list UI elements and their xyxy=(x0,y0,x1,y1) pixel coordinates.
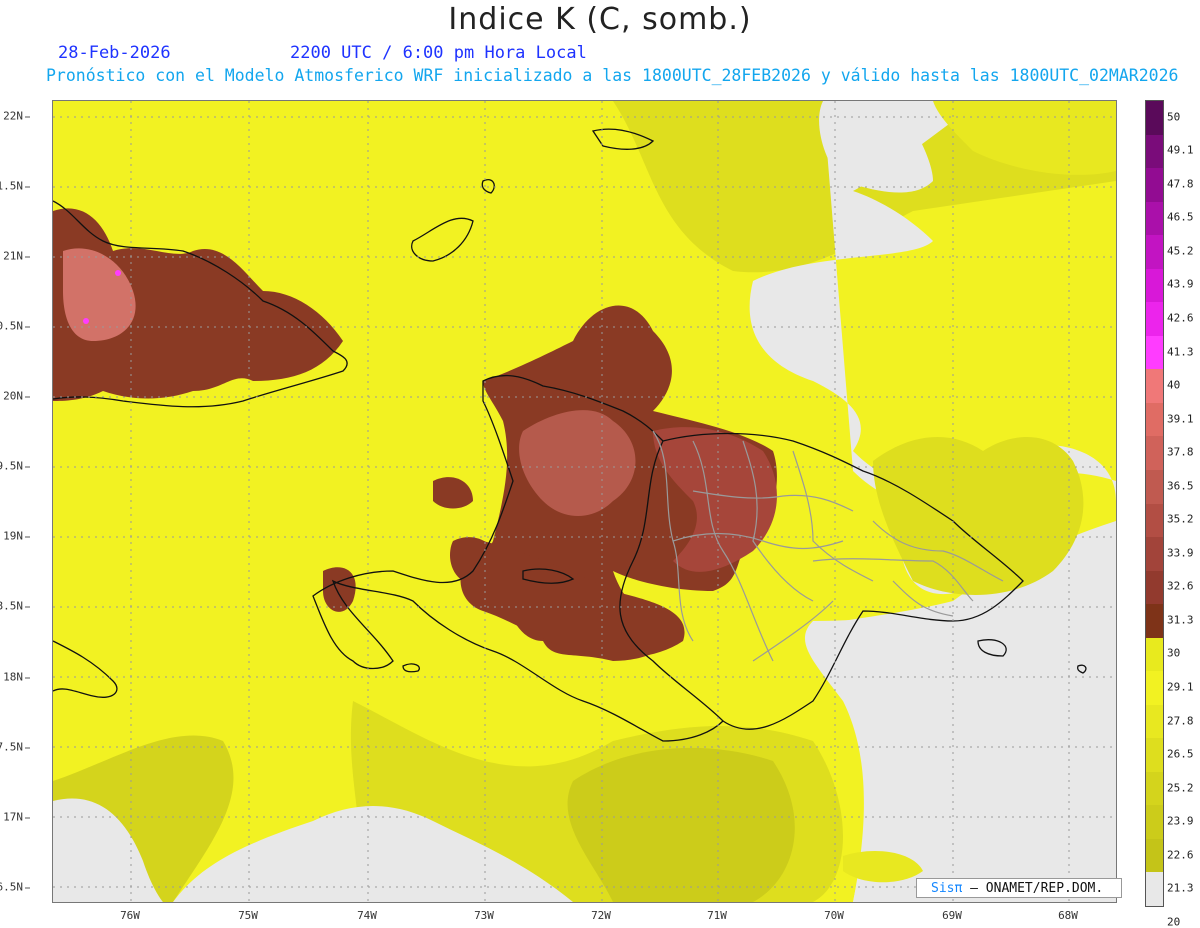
colorbar-cell xyxy=(1146,570,1163,605)
forecast-date: 28-Feb-2026 xyxy=(58,43,171,63)
storm-cuba-peak-2 xyxy=(115,270,121,276)
lat-label-18-5n: 8.5N xyxy=(0,600,30,613)
lat-label-20n: 20N xyxy=(3,390,30,403)
colorbar-cell xyxy=(1146,402,1163,437)
storm-cuba-peak xyxy=(83,318,89,324)
lon-label-68w: 68W xyxy=(1058,909,1078,922)
lat-label-19n: 19N xyxy=(3,530,30,543)
colorbar-cell xyxy=(1146,101,1163,135)
colorbar-label: 41.3 xyxy=(1167,345,1194,359)
colorbar-label: 35.2 xyxy=(1167,512,1194,526)
colorbar-label: 33.9 xyxy=(1167,546,1194,560)
lon-label-76w: 76W xyxy=(120,909,140,922)
colorbar-cell xyxy=(1146,771,1163,806)
colorbar-cell xyxy=(1146,302,1163,337)
colorbar-cell xyxy=(1146,335,1163,370)
lat-label-17n: 17N xyxy=(3,811,30,824)
colorbar-cell xyxy=(1146,604,1163,639)
lon-label-69w: 69W xyxy=(942,909,962,922)
colorbar-label: 49.1 xyxy=(1167,143,1194,157)
forecast-time: 2200 UTC / 6:00 pm Hora Local xyxy=(290,43,587,63)
credit-text: – ONAMET/REP.DOM. xyxy=(962,881,1104,896)
colorbar-label: 47.8 xyxy=(1167,177,1194,191)
colorbar-cell xyxy=(1146,838,1163,873)
lon-label-72w: 72W xyxy=(591,909,611,922)
colorbar-cell xyxy=(1146,503,1163,538)
lat-label-21n: 21N xyxy=(3,250,30,263)
lat-label-18n: 18N xyxy=(3,671,30,684)
credit-box: Sisπ – ONAMET/REP.DOM. xyxy=(916,878,1122,898)
colorbar-label: 25.2 xyxy=(1167,781,1194,795)
colorbar-cell xyxy=(1146,436,1163,471)
lon-label-73w: 73W xyxy=(474,909,494,922)
colorbar-cell xyxy=(1146,704,1163,739)
colorbar-label: 50 xyxy=(1167,110,1181,124)
colorbar-label: 22.6 xyxy=(1167,848,1194,862)
lat-label-19-5n: 9.5N xyxy=(0,460,30,473)
colorbar-cell xyxy=(1146,201,1163,236)
colorbar-cell xyxy=(1146,537,1163,572)
colorbar-cell xyxy=(1146,369,1163,404)
colorbar-label: 20 xyxy=(1167,915,1181,928)
colorbar-cell xyxy=(1146,872,1163,907)
colorbar-label: 23.9 xyxy=(1167,814,1194,828)
lon-label-74w: 74W xyxy=(357,909,377,922)
colorbar xyxy=(1145,100,1164,907)
colorbar-cell xyxy=(1146,671,1163,706)
colorbar-label: 30 xyxy=(1167,646,1181,660)
lon-label-71w: 71W xyxy=(707,909,727,922)
colorbar-label: 37.8 xyxy=(1167,445,1194,459)
colorbar-cell xyxy=(1146,134,1163,169)
lat-label-20-5n: 0.5N xyxy=(0,320,30,333)
lat-label-21-5n: 1.5N xyxy=(0,180,30,193)
lat-label-17-5n: 7.5N xyxy=(0,741,30,754)
colorbar-label: 46.5 xyxy=(1167,210,1194,224)
colorbar-cell xyxy=(1146,469,1163,504)
lat-label-22n: 22N xyxy=(3,110,30,123)
colorbar-label: 39.1 xyxy=(1167,412,1194,426)
colorbar-cell xyxy=(1146,637,1163,672)
colorbar-label: 43.9 xyxy=(1167,277,1194,291)
lat-label-16-5n: 6.5N xyxy=(0,881,30,894)
colorbar-label: 31.3 xyxy=(1167,613,1194,627)
colorbar-label: 21.3 xyxy=(1167,881,1194,895)
colorbar-label: 36.5 xyxy=(1167,479,1194,493)
map-title: Indice K (C, somb.) xyxy=(448,2,752,37)
map-panel[interactable] xyxy=(52,100,1117,903)
colorbar-cell xyxy=(1146,168,1163,203)
colorbar-label: 42.6 xyxy=(1167,311,1194,325)
lon-label-70w: 70W xyxy=(824,909,844,922)
forecast-description: Pronóstico con el Modelo Atmosferico WRF… xyxy=(46,66,1179,85)
lon-label-75w: 75W xyxy=(238,909,258,922)
colorbar-label: 26.5 xyxy=(1167,747,1194,761)
colorbar-label: 45.2 xyxy=(1167,244,1194,258)
colorbar-label: 40 xyxy=(1167,378,1181,392)
colorbar-cell xyxy=(1146,235,1163,270)
colorbar-label: 27.8 xyxy=(1167,714,1194,728)
colorbar-cell xyxy=(1146,268,1163,303)
colorbar-label: 29.1 xyxy=(1167,680,1194,694)
weather-map xyxy=(53,101,1116,902)
colorbar-cell xyxy=(1146,805,1163,840)
colorbar-label: 32.6 xyxy=(1167,579,1194,593)
colorbar-cell xyxy=(1146,738,1163,773)
credit-brand: Sisπ xyxy=(931,881,963,896)
